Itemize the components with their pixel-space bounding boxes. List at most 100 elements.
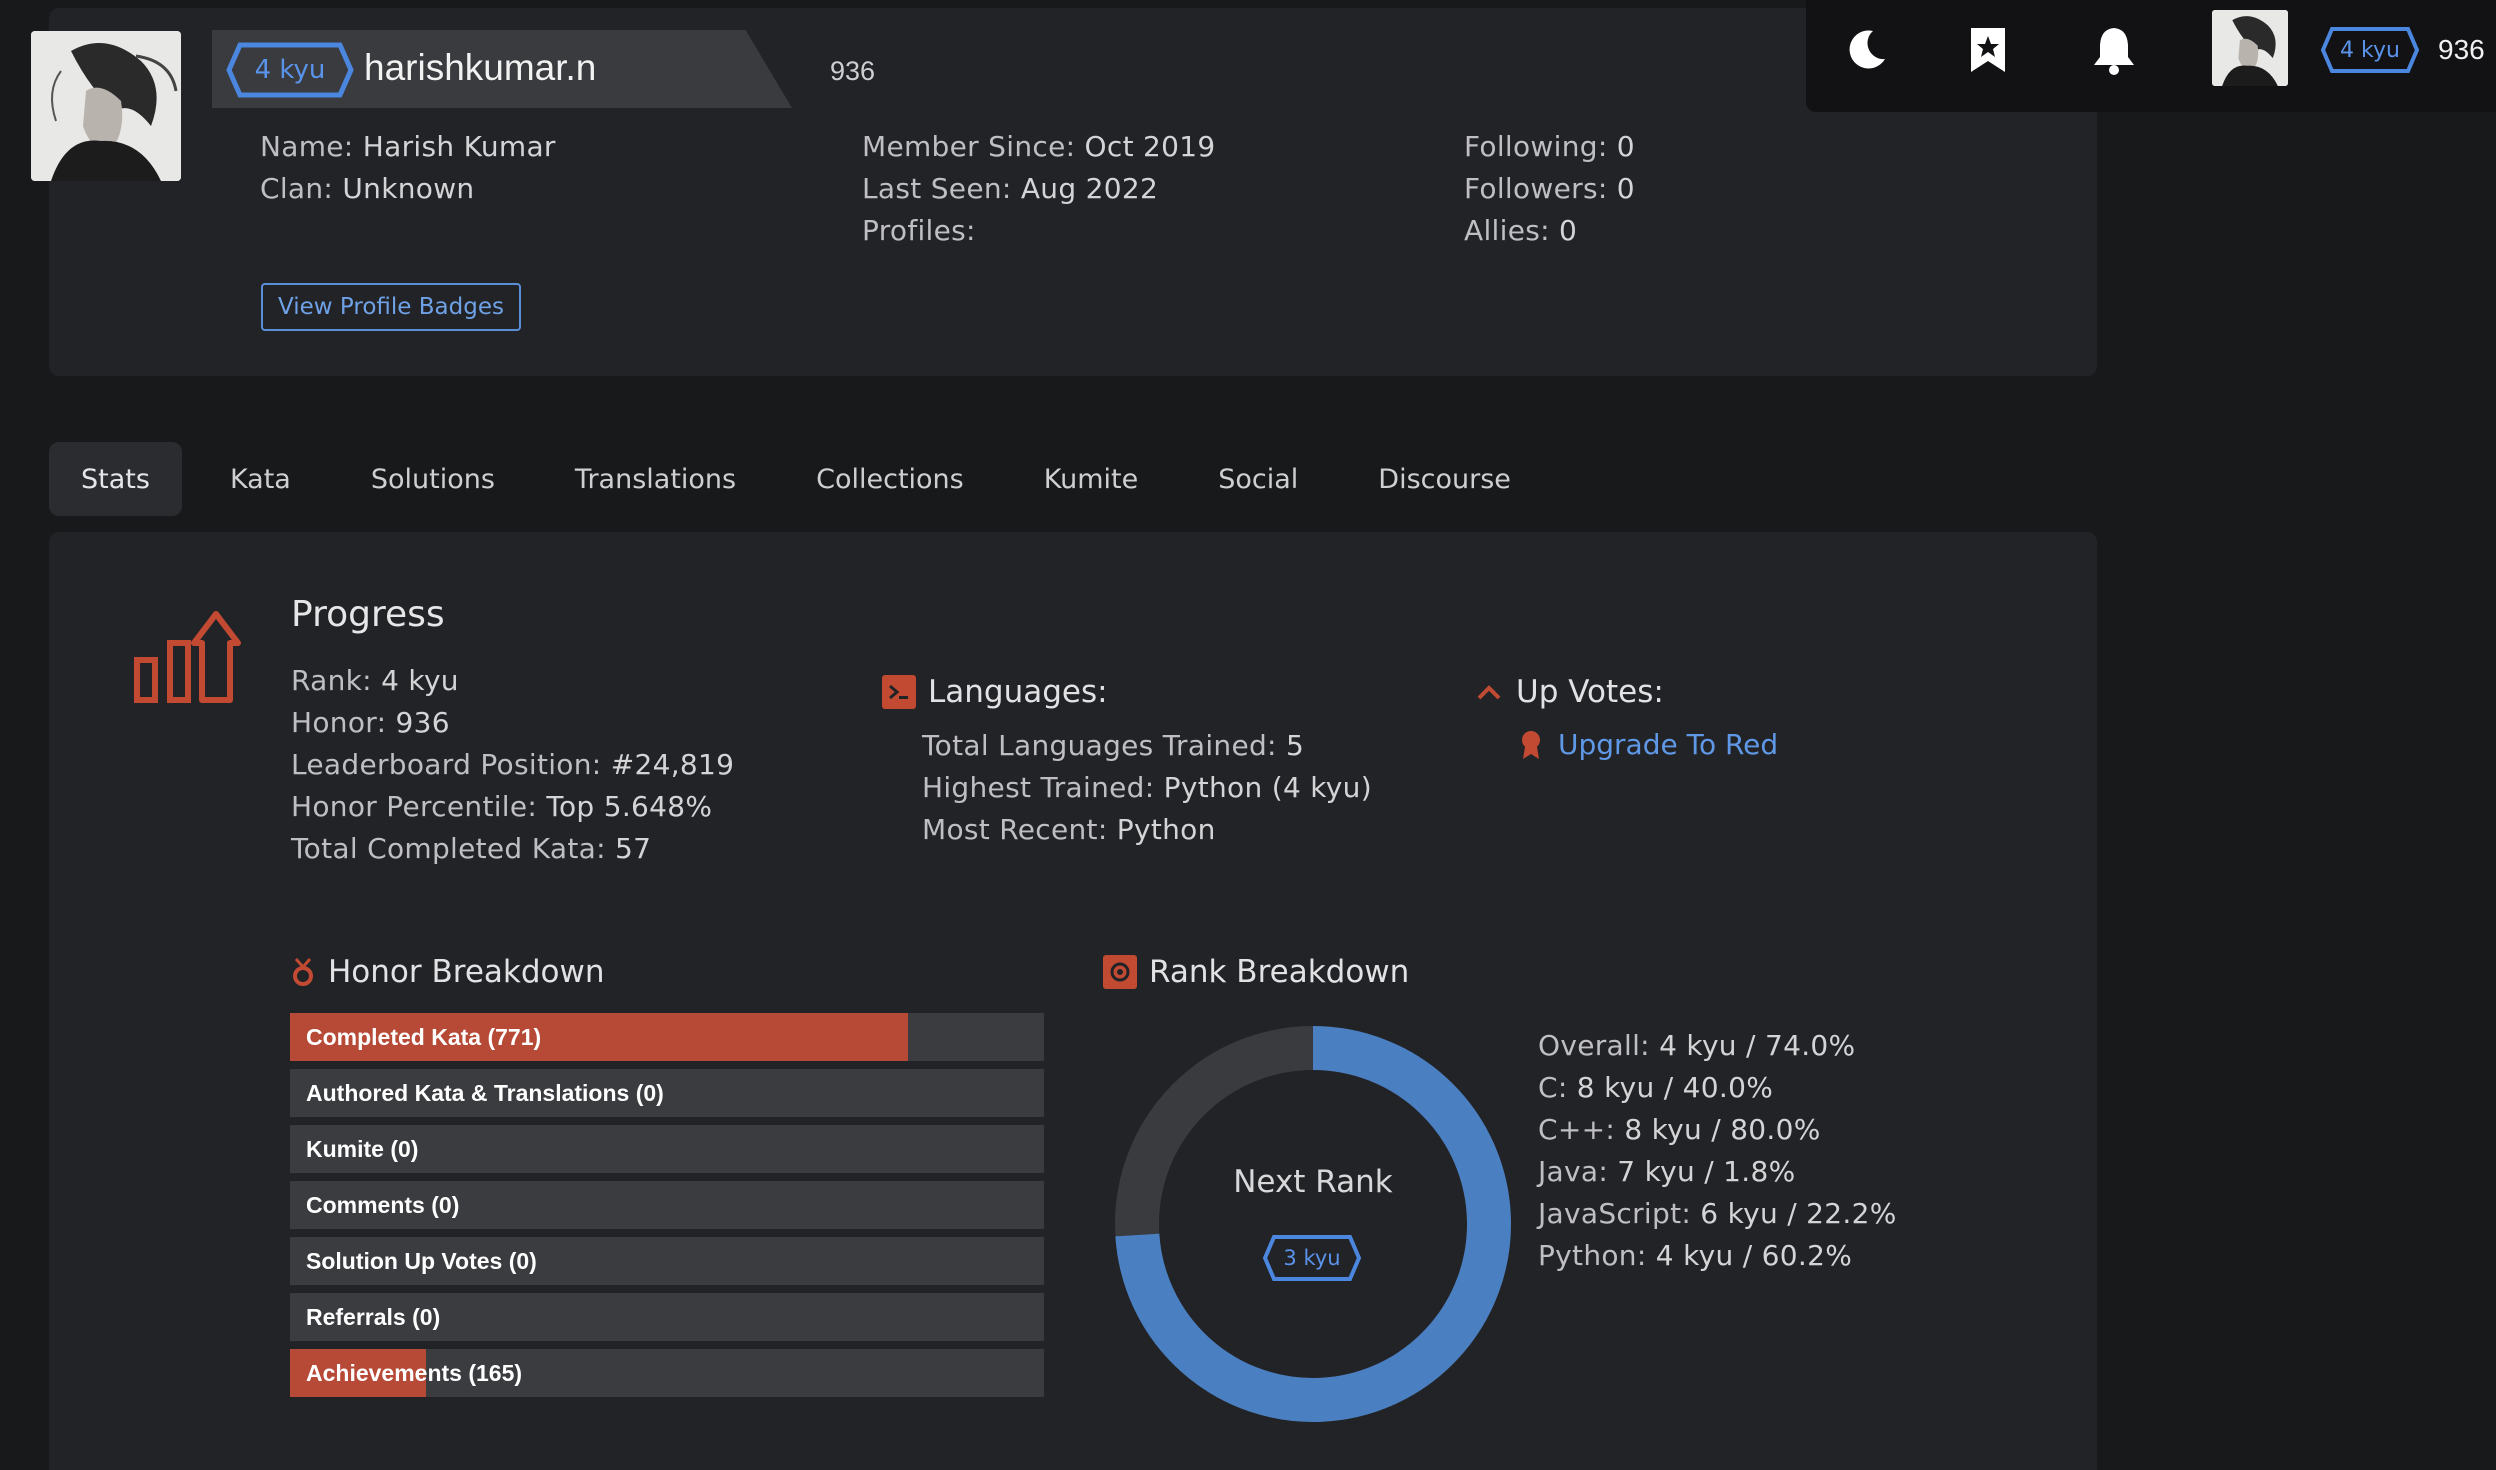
honor-bar: Comments (0)	[290, 1181, 1044, 1229]
percentile-label: Honor Percentile:	[291, 790, 538, 823]
honor-bar: Kumite (0)	[290, 1125, 1044, 1173]
honor-value: 936	[395, 706, 450, 739]
total-languages-value: 5	[1285, 729, 1305, 762]
honor-bar-label: Completed Kata (771)	[306, 1024, 542, 1050]
tab-stats[interactable]: Stats	[49, 442, 182, 516]
rank-row-value: 4 kyu / 60.2%	[1655, 1239, 1853, 1272]
allies-value[interactable]: 0	[1559, 214, 1577, 247]
upvotes-title: Up Votes:	[1516, 674, 1664, 710]
completed-kata-label: Total Completed Kata:	[291, 832, 606, 865]
total-languages-label: Total Languages Trained:	[922, 729, 1277, 762]
profile-tabs: Stats Kata Solutions Translations Collec…	[49, 442, 1559, 516]
social-info: Following: 0 Followers: 0 Allies: 0	[1464, 126, 1635, 252]
bell-icon[interactable]	[2086, 22, 2142, 78]
rank-row-label: C++:	[1538, 1113, 1616, 1146]
last-seen-label: Last Seen:	[862, 172, 1012, 205]
honor-label: Honor:	[291, 706, 387, 739]
most-recent-label: Most Recent:	[922, 813, 1108, 846]
user-avatar[interactable]	[2212, 10, 2288, 86]
clan-label: Clan:	[260, 172, 334, 205]
tab-kata[interactable]: Kata	[198, 442, 323, 516]
tab-solutions[interactable]: Solutions	[339, 442, 527, 516]
name-value: Harish Kumar	[362, 130, 556, 163]
moon-icon[interactable]	[1838, 22, 1894, 78]
completed-kata-value: 57	[615, 832, 652, 865]
progress-stats: Rank: 4 kyu Honor: 936 Leaderboard Posit…	[291, 660, 734, 870]
honor-breakdown-title: Honor Breakdown	[328, 954, 605, 990]
progress-title: Progress	[291, 594, 445, 635]
tab-discourse[interactable]: Discourse	[1346, 442, 1543, 516]
member-info: Member Since: Oct 2019 Last Seen: Aug 20…	[862, 126, 1216, 252]
languages-stats: Total Languages Trained: 5 Highest Train…	[922, 725, 1372, 851]
view-profile-badges-button[interactable]: View Profile Badges	[261, 283, 521, 331]
progress-chart-icon	[134, 611, 241, 703]
honor-bar-label: Authored Kata & Translations (0)	[306, 1080, 664, 1106]
honor-bar-label: Solution Up Votes (0)	[306, 1248, 537, 1274]
rank-row-label: Java:	[1538, 1155, 1609, 1188]
target-icon	[1103, 955, 1137, 989]
clan-value: Unknown	[342, 172, 475, 205]
rank-row-value: 8 kyu / 40.0%	[1576, 1071, 1774, 1104]
rank-label: Rank:	[291, 664, 372, 697]
allies-label: Allies:	[1464, 214, 1550, 247]
upgrade-to-red-link[interactable]: Upgrade To Red	[1518, 728, 1778, 761]
following-value[interactable]: 0	[1617, 130, 1635, 163]
chevron-up-icon	[1477, 685, 1501, 700]
next-rank-badge: 3 kyu	[1262, 1234, 1362, 1282]
rank-row-value: 6 kyu / 22.2%	[1700, 1197, 1897, 1230]
leaderboard-value: #24,819	[610, 748, 735, 781]
honor-bar: Authored Kata & Translations (0)	[290, 1069, 1044, 1117]
rank-row-value: 8 kyu / 80.0%	[1624, 1113, 1821, 1146]
following-label: Following:	[1464, 130, 1608, 163]
member-since-label: Member Since:	[862, 130, 1076, 163]
languages-heading: Languages:	[882, 674, 1108, 710]
terminal-icon	[882, 675, 916, 709]
profile-avatar[interactable]	[31, 31, 181, 181]
rank-breakdown-title: Rank Breakdown	[1149, 954, 1410, 990]
most-recent-value: Python	[1116, 813, 1216, 846]
honor-breakdown-heading: Honor Breakdown	[292, 954, 605, 990]
rank-row-label: JavaScript:	[1538, 1197, 1692, 1230]
honor-bar-label: Achievements (165)	[306, 1360, 523, 1386]
highest-trained-label: Highest Trained:	[922, 771, 1155, 804]
rank-row-label: C:	[1538, 1071, 1568, 1104]
rank-row-label: Overall:	[1538, 1029, 1650, 1062]
rank-badge: 4 kyu	[226, 42, 354, 98]
honor-count: 936	[830, 56, 876, 86]
tab-collections[interactable]: Collections	[784, 442, 996, 516]
followers-value[interactable]: 0	[1617, 172, 1635, 205]
topbar-honor: 936	[2438, 34, 2485, 65]
highest-trained-value: Python (4 kyu)	[1163, 771, 1372, 804]
rank-row-label: Python:	[1538, 1239, 1647, 1272]
username: harishkumar.n	[364, 47, 597, 88]
profiles-label: Profiles:	[862, 214, 976, 247]
rank-value: 4 kyu	[381, 664, 459, 697]
next-rank-label: Next Rank	[1233, 1164, 1393, 1200]
topbar-rank-badge: 4 kyu	[2320, 26, 2420, 74]
leaderboard-label: Leaderboard Position:	[291, 748, 602, 781]
honor-breakdown-bars: Completed Kata (771) Authored Kata & Tran…	[290, 1013, 1044, 1405]
percentile-value: Top 5.648%	[546, 790, 713, 823]
name-label: Name:	[260, 130, 354, 163]
rank-progress-donut	[1115, 1026, 1511, 1422]
honor-bar: Completed Kata (771)	[290, 1013, 1044, 1061]
tab-kumite[interactable]: Kumite	[1012, 442, 1170, 516]
member-since-value: Oct 2019	[1084, 130, 1216, 163]
honor-bar-label: Comments (0)	[306, 1192, 460, 1218]
followers-label: Followers:	[1464, 172, 1608, 205]
tab-social[interactable]: Social	[1186, 442, 1330, 516]
honor-bar-label: Kumite (0)	[306, 1136, 419, 1162]
honor-bar: Solution Up Votes (0)	[290, 1237, 1044, 1285]
rank-row-value: 4 kyu / 74.0%	[1659, 1029, 1856, 1062]
name-row: Name: Harish Kumar Clan: Unknown	[260, 126, 556, 210]
honor-bar: Referrals (0)	[290, 1293, 1044, 1341]
honor-bar-label: Referrals (0)	[306, 1304, 441, 1330]
last-seen-value: Aug 2022	[1020, 172, 1159, 205]
medal-icon	[293, 958, 313, 986]
rank-row-value: 7 kyu / 1.8%	[1617, 1155, 1796, 1188]
award-ribbon-icon	[1522, 730, 1540, 759]
rank-breakdown-heading: Rank Breakdown	[1103, 954, 1409, 990]
tab-translations[interactable]: Translations	[543, 442, 768, 516]
languages-title: Languages:	[928, 674, 1108, 710]
bookmark-star-icon[interactable]	[1960, 22, 2016, 78]
